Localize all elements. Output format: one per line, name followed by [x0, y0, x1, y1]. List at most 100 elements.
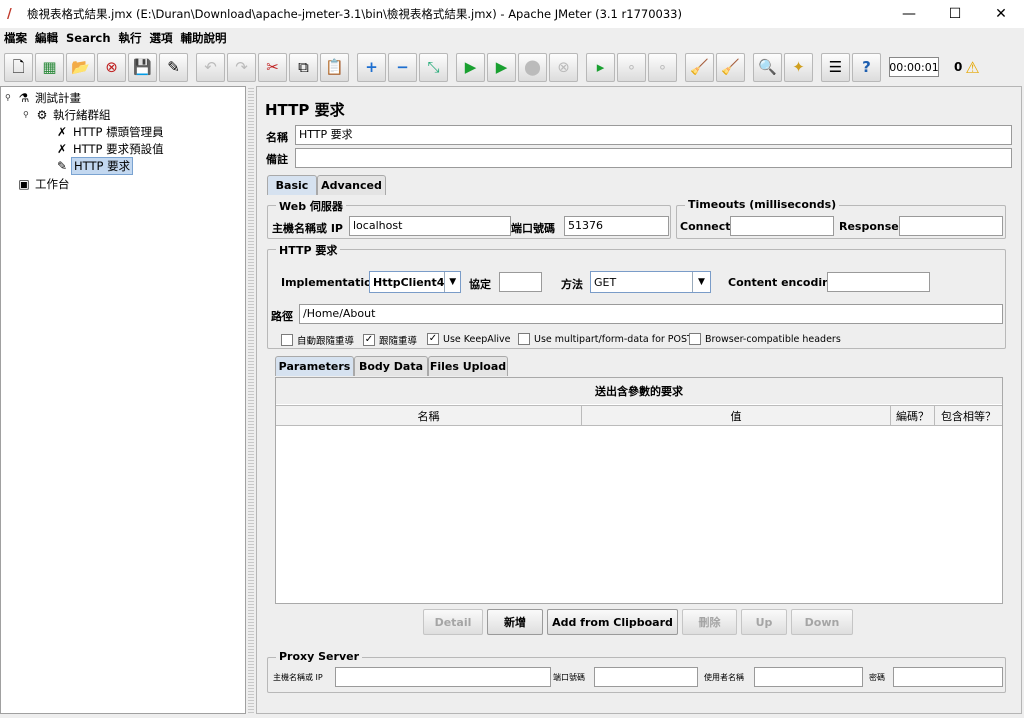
new-icon[interactable]: 🗋 — [4, 52, 33, 82]
start-no-pause-icon[interactable]: ▶ — [487, 52, 516, 82]
tree-node-test-plan[interactable]: ⚲ ⚗ 測試計畫 — [5, 89, 83, 106]
column-encode[interactable]: 編碼？ — [891, 406, 935, 425]
close-file-icon[interactable]: ⊗ — [97, 52, 126, 82]
menu-edit[interactable]: 編輯 — [35, 30, 58, 46]
menu-options[interactable]: 選項 — [150, 30, 173, 46]
shutdown-icon[interactable]: ⊗ — [549, 52, 578, 82]
tree-node-thread-group[interactable]: ⚲ ⚙ 執行緒群組 — [23, 106, 113, 123]
remote-shutdown-icon[interactable]: ∘ — [648, 52, 677, 82]
menu-help[interactable]: 輔助說明 — [181, 30, 227, 46]
connect-timeout-field[interactable] — [730, 216, 834, 236]
collapse-icon[interactable]: − — [388, 52, 417, 82]
checkbox-box[interactable] — [281, 334, 293, 346]
reset-search-icon[interactable]: ✦ — [784, 52, 813, 82]
clear-icon[interactable]: 🧹 — [685, 52, 714, 82]
tools-icon: ✗ — [56, 124, 68, 139]
response-timeout-field[interactable] — [899, 216, 1003, 236]
test-plan-tree: ⚲ ⚗ 測試計畫 ⚲ ⚙ 執行緒群組 ✗ HTTP 標頭管理員 ✗ HTTP 要… — [0, 86, 246, 714]
checkbox-box[interactable] — [689, 333, 701, 345]
stop-icon[interactable]: ⬤ — [518, 52, 547, 82]
name-field[interactable]: HTTP 要求 — [295, 125, 1012, 145]
function-helper-icon[interactable]: ☰ — [821, 52, 850, 82]
paste-icon[interactable]: 📋 — [320, 52, 349, 82]
copy-icon[interactable]: ⧉ — [289, 52, 318, 82]
protocol-field[interactable] — [499, 272, 542, 292]
close-button[interactable]: ✕ — [978, 0, 1024, 28]
detail-button[interactable]: Detail — [423, 609, 483, 635]
host-field[interactable]: localhost — [349, 216, 511, 236]
tab-body-data[interactable]: Body Data — [354, 356, 428, 376]
comment-field[interactable] — [295, 148, 1012, 168]
proxy-port-field[interactable] — [594, 667, 698, 687]
menu-bar: 檔案 編輯 Search 執行 選項 輔助說明 — [0, 28, 1024, 48]
column-include-equals[interactable]: 包含相等？ — [935, 406, 1002, 425]
content-encoding-label: Content encoding: — [728, 276, 843, 289]
tree-node-request-defaults[interactable]: ✗ HTTP 要求預設值 — [53, 140, 166, 157]
menu-run[interactable]: 執行 — [119, 30, 142, 46]
implementation-select[interactable]: HttpClient4 ▼ — [369, 271, 461, 293]
tree-node-http-request[interactable]: ✎ HTTP 要求 — [53, 156, 134, 175]
split-pane-divider[interactable] — [248, 86, 254, 714]
name-label: 名稱 — [266, 131, 288, 144]
cut-icon[interactable]: ✂ — [258, 52, 287, 82]
tree-expand-icon[interactable]: ⚲ — [23, 110, 33, 119]
open-icon[interactable]: 📂 — [66, 52, 95, 82]
maximize-button[interactable]: ☐ — [932, 0, 978, 28]
auto-redirect-checkbox[interactable]: 自動跟隨重導 — [281, 333, 354, 347]
undo-icon[interactable]: ↶ — [196, 52, 225, 82]
proxy-host-field[interactable] — [335, 667, 551, 687]
follow-redirect-checkbox[interactable]: ✓ 跟隨重導 — [363, 333, 417, 347]
checkmark-icon[interactable]: ✓ — [363, 334, 375, 346]
remote-start-icon[interactable]: ▸ — [586, 52, 615, 82]
chevron-down-icon[interactable]: ▼ — [692, 272, 710, 292]
expand-icon[interactable]: + — [357, 52, 386, 82]
checkbox-label: 自動跟隨重導 — [297, 336, 355, 347]
save-icon[interactable]: 💾 — [128, 52, 157, 82]
search-icon[interactable]: 🔍 — [753, 52, 782, 82]
method-select[interactable]: GET ▼ — [590, 271, 711, 293]
proxy-username-field[interactable] — [754, 667, 863, 687]
chevron-down-icon[interactable]: ▼ — [444, 272, 460, 292]
start-icon[interactable]: ▶ — [456, 52, 485, 82]
checkbox-box[interactable] — [518, 333, 530, 345]
port-field[interactable]: 51376 — [564, 216, 669, 236]
up-button[interactable]: Up — [741, 609, 787, 635]
menu-file[interactable]: 檔案 — [4, 30, 27, 46]
tree-node-header-manager[interactable]: ✗ HTTP 標頭管理員 — [53, 123, 166, 140]
save-as-icon[interactable]: ✎ — [159, 52, 188, 82]
redo-icon[interactable]: ↷ — [227, 52, 256, 82]
checkbox-label: Use KeepAlive — [443, 333, 511, 345]
tree-label: HTTP 標頭管理員 — [73, 124, 164, 139]
checkmark-icon[interactable]: ✓ — [427, 333, 439, 345]
keepalive-checkbox[interactable]: ✓ Use KeepAlive — [427, 333, 511, 345]
down-button[interactable]: Down — [791, 609, 853, 635]
content-encoding-field[interactable] — [827, 272, 930, 292]
tab-advanced[interactable]: Advanced — [317, 175, 386, 195]
path-field[interactable]: /Home/About — [299, 304, 1003, 324]
warning-icon[interactable]: ⚠ — [965, 58, 979, 77]
help-icon[interactable]: ? — [852, 52, 881, 82]
templates-icon[interactable]: ▦ — [35, 52, 64, 82]
toggle-icon[interactable]: ⤡ — [419, 52, 448, 82]
multipart-checkbox[interactable]: Use multipart/form-data for POST — [518, 333, 693, 345]
tree-node-workbench[interactable]: ▣ 工作台 — [5, 175, 72, 192]
error-count: 0 — [954, 60, 963, 74]
jmeter-feather-icon: / — [7, 6, 12, 22]
column-value[interactable]: 值 — [582, 406, 891, 425]
clear-all-icon[interactable]: 🧹 — [716, 52, 745, 82]
tab-basic[interactable]: Basic — [267, 175, 317, 195]
browser-headers-checkbox[interactable]: Browser-compatible headers — [689, 333, 841, 345]
minimize-button[interactable]: — — [886, 0, 932, 28]
remote-stop-icon[interactable]: ∘ — [617, 52, 646, 82]
proxy-user-label: 使用者名稱 — [704, 673, 744, 682]
tree-expand-icon[interactable]: ⚲ — [5, 93, 15, 102]
add-button[interactable]: 新增 — [487, 609, 543, 635]
proxy-password-field[interactable] — [893, 667, 1003, 687]
menu-search[interactable]: Search — [66, 31, 111, 45]
tab-parameters[interactable]: Parameters — [275, 356, 354, 376]
add-from-clipboard-button[interactable]: Add from Clipboard — [547, 609, 678, 635]
delete-button[interactable]: 刪除 — [682, 609, 737, 635]
tab-files-upload[interactable]: Files Upload — [428, 356, 508, 376]
column-name[interactable]: 名稱 — [276, 406, 582, 425]
checkbox-label: Browser-compatible headers — [705, 333, 841, 345]
